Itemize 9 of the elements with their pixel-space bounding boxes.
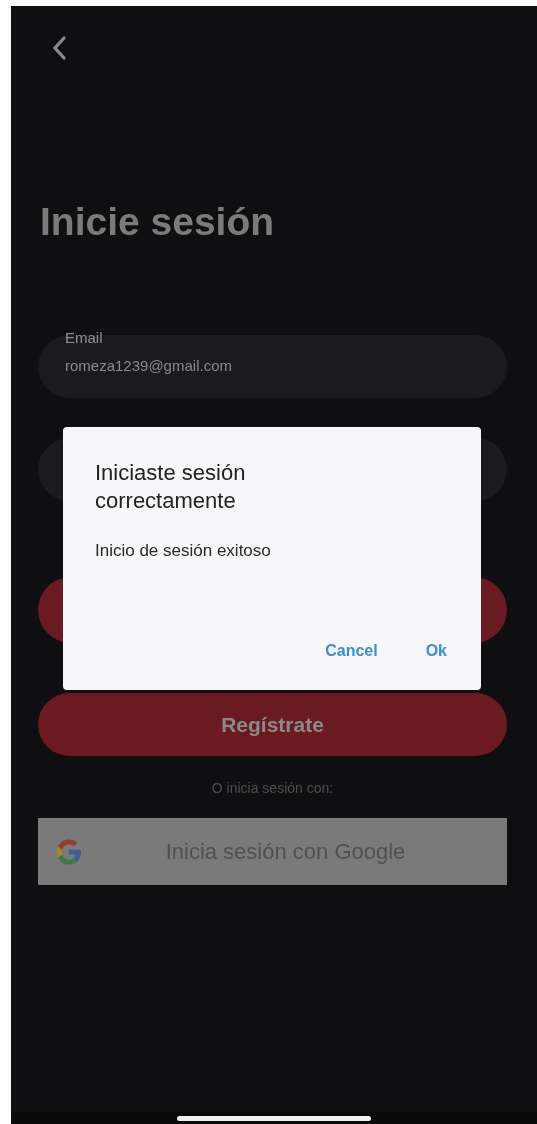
register-button[interactable]: Regístrate	[38, 693, 507, 756]
page-title: Inicie sesión	[40, 199, 276, 245]
dialog-title: Iniciaste sesión correctamente	[95, 459, 247, 515]
dialog-message: Inicio de sesión exitoso	[95, 541, 272, 561]
field-value: romeza1239@gmail.com	[65, 357, 232, 374]
dialog-button[interactable]: Cancel	[319, 638, 384, 664]
dialog-button[interactable]: Ok	[419, 638, 453, 664]
alternative-login-text: O inicia sesión con:	[210, 780, 335, 796]
back-icon[interactable]	[52, 36, 66, 60]
